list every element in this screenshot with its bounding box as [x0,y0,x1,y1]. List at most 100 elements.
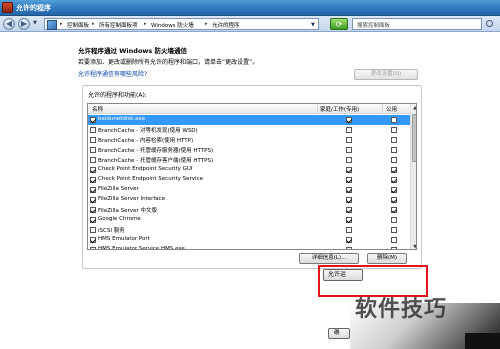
program-row[interactable]: HMS Emulator Service HMS.exe [88,245,410,249]
program-name: FileZilla Server [98,186,139,192]
home-work-checkbox[interactable] [346,137,352,143]
refresh-button[interactable]: ⟳ [330,18,348,30]
public-checkbox[interactable] [391,127,397,133]
home-work-checkbox[interactable] [346,237,352,243]
scroll-up-icon[interactable]: ▲ [411,104,416,112]
search-icon[interactable] [486,20,493,27]
program-enabled-checkbox[interactable] [90,147,96,153]
back-arrow-icon: ◀ [5,19,13,28]
home-work-checkbox[interactable] [346,117,352,123]
risk-help-link[interactable]: 允许程序通信有哪些风险? [78,69,147,78]
ok-label: 确 [334,330,340,336]
search-input[interactable]: 搜索控制面板 [352,18,482,30]
public-checkbox[interactable] [391,247,397,249]
program-row[interactable]: HMS Emulator Port [88,235,410,245]
program-enabled-checkbox[interactable] [90,117,96,123]
breadcrumb-separator-icon[interactable]: ▸ [144,21,147,27]
public-checkbox[interactable] [391,197,397,203]
program-row[interactable]: BranchCache - 托管缓存客户端(使用 HTTPS) [88,155,410,165]
public-checkbox[interactable] [391,167,397,173]
scroll-thumb[interactable] [412,114,416,162]
program-enabled-checkbox[interactable] [90,157,96,163]
public-checkbox[interactable] [391,237,397,243]
program-row[interactable]: FileZilla Server [88,185,410,195]
page-heading: 允许程序通过 Windows 防火墙通信 [78,47,188,55]
change-settings-button[interactable]: 更改设置(N) [354,69,418,80]
search-placeholder: 搜索控制面板 [357,23,391,29]
home-work-checkbox[interactable] [346,147,352,153]
program-enabled-checkbox[interactable] [90,247,96,249]
program-enabled-checkbox[interactable] [90,187,96,193]
firewall-icon [2,2,13,13]
remove-button[interactable]: 删除(M) [367,253,407,264]
program-row[interactable]: Check Point Endpoint Security Service [88,175,410,185]
column-header-name[interactable]: 名称 [92,105,103,113]
program-enabled-checkbox[interactable] [90,207,96,213]
corner-dark-area [465,333,500,349]
program-row[interactable]: FileZilla Server Interface [88,195,410,205]
program-enabled-checkbox[interactable] [90,237,96,243]
history-dropdown-icon[interactable]: ▼ [33,20,37,26]
column-divider[interactable] [382,104,383,114]
program-row[interactable]: FileZilla Server 中文版 [88,205,410,215]
program-enabled-checkbox[interactable] [90,217,96,223]
program-enabled-checkbox[interactable] [90,227,96,233]
home-work-checkbox[interactable] [346,127,352,133]
public-checkbox[interactable] [391,187,397,193]
program-name: Google Chrome [98,216,141,222]
breadcrumb-separator-icon[interactable]: ▸ [92,21,95,27]
public-checkbox[interactable] [391,157,397,163]
public-checkbox[interactable] [391,217,397,223]
allowed-programs-list[interactable]: 名称 家庭/工作(专用) 公用 baidunetdisk.exe BranchCa… [87,103,417,250]
program-row[interactable]: Google Chrome [88,215,410,225]
home-work-checkbox[interactable] [346,157,352,163]
column-divider[interactable] [317,104,318,114]
breadcrumb-allowed-programs[interactable]: 允许的程序 [212,21,240,29]
program-enabled-checkbox[interactable] [90,127,96,133]
public-checkbox[interactable] [391,227,397,233]
program-enabled-checkbox[interactable] [90,137,96,143]
scroll-down-icon[interactable]: ▼ [411,243,416,249]
breadcrumb-firewall[interactable]: Windows 防火墙 [151,21,194,29]
ok-button[interactable]: 确 [328,328,350,339]
home-work-checkbox[interactable] [346,177,352,183]
home-work-checkbox[interactable] [346,197,352,203]
address-dropdown-icon[interactable]: ▼ [311,22,315,28]
details-button[interactable]: 详细信息(L)... [299,253,359,264]
program-row[interactable]: baidunetdisk.exe [88,115,410,125]
column-header-public[interactable]: 公用 [386,105,397,113]
program-enabled-checkbox[interactable] [90,177,96,183]
program-enabled-checkbox[interactable] [90,167,96,173]
program-row[interactable]: BranchCache - 对等机发现(使用 WSD) [88,125,410,135]
navigation-bar: ◀ ▶ ▼ ▸ 控制面板 ▸ 所有控制面板项 ▸ Windows 防火墙 ▸ 允… [0,16,500,32]
home-work-checkbox[interactable] [346,247,352,249]
column-header-home[interactable]: 家庭/工作(专用) [320,105,359,113]
breadcrumb-all-items[interactable]: 所有控制面板项 [99,21,138,29]
control-panel-icon [47,20,57,30]
forward-button[interactable]: ▶ [18,18,30,30]
program-enabled-checkbox[interactable] [90,197,96,203]
public-checkbox[interactable] [391,147,397,153]
home-work-checkbox[interactable] [346,207,352,213]
address-bar[interactable]: ▸ 控制面板 ▸ 所有控制面板项 ▸ Windows 防火墙 ▸ 允许的程序 ▼ [44,18,319,30]
program-row[interactable]: BranchCache - 托管缓存服务器(使用 HTTPS) [88,145,410,155]
public-checkbox[interactable] [391,137,397,143]
home-work-checkbox[interactable] [346,217,352,223]
allowed-programs-group: 允许的程序和功能(A): 名称 家庭/工作(专用) 公用 baidunetdis… [82,85,422,269]
back-button[interactable]: ◀ [3,18,15,30]
breadcrumb-separator-icon[interactable]: ▸ [60,21,63,27]
home-work-checkbox[interactable] [346,187,352,193]
change-settings-label: 更改设置(N) [370,71,402,77]
program-name: Check Point Endpoint Security Service [98,176,203,182]
program-row[interactable]: iSCSI 服务 [88,225,410,235]
list-scrollbar[interactable]: ▲ ▼ [410,104,416,249]
program-row[interactable]: BranchCache - 内容检索(使用 HTTP) [88,135,410,145]
home-work-checkbox[interactable] [346,227,352,233]
public-checkbox[interactable] [391,207,397,213]
home-work-checkbox[interactable] [346,167,352,173]
public-checkbox[interactable] [391,117,397,123]
program-row[interactable]: Check Point Endpoint Security GUI [88,165,410,175]
breadcrumb-separator-icon[interactable]: ▸ [205,21,208,27]
breadcrumb-control-panel[interactable]: 控制面板 [67,21,89,29]
public-checkbox[interactable] [391,177,397,183]
